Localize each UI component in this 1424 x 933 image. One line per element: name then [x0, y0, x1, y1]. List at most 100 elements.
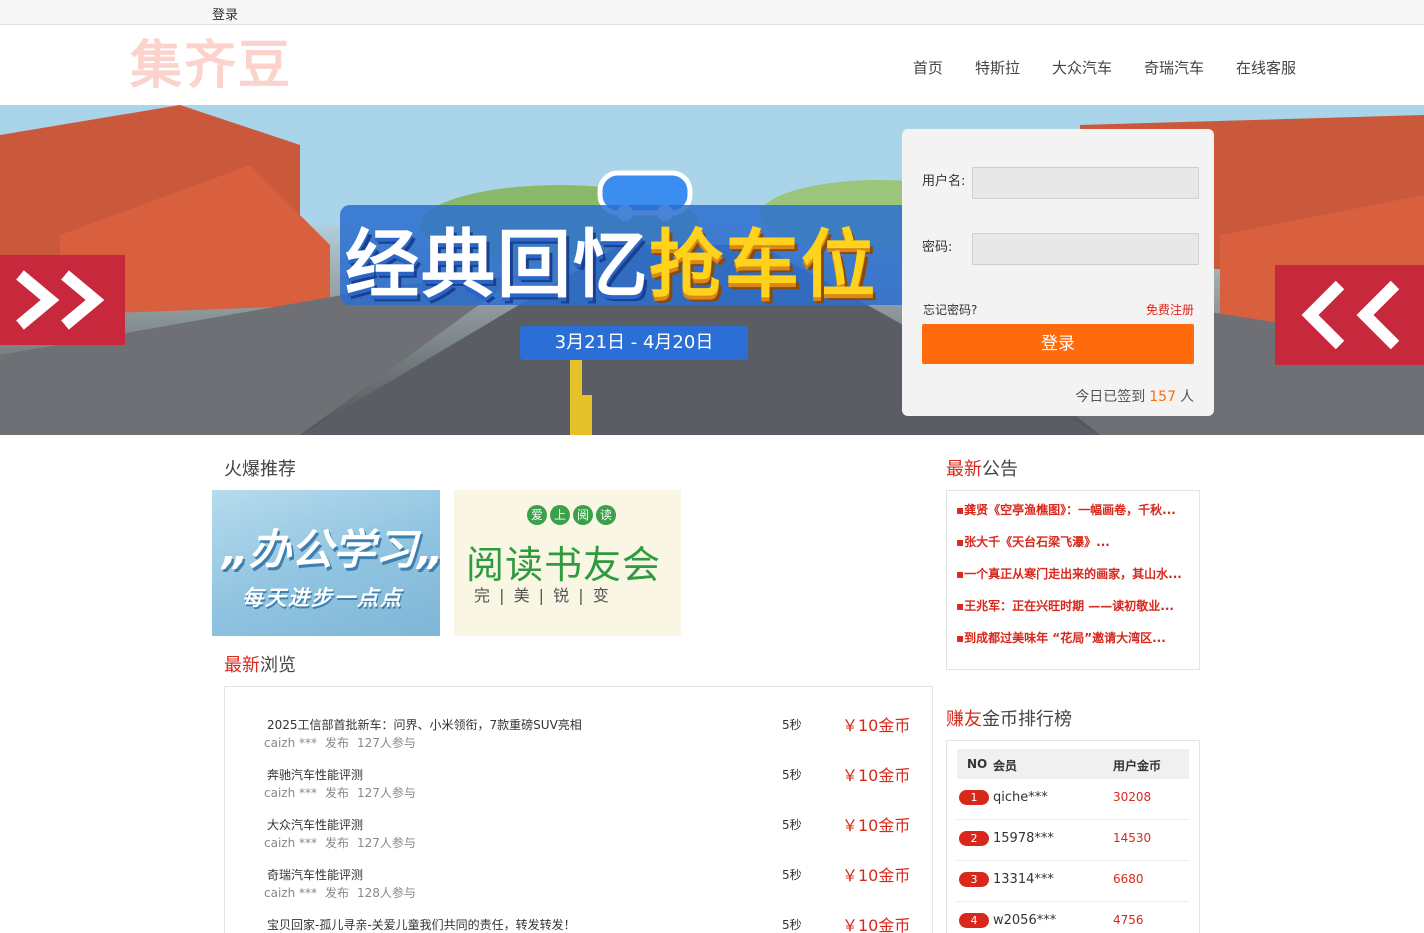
browse-title-red: 最新: [224, 655, 260, 676]
browse-item-user: caizh ***: [264, 886, 318, 900]
rank-coins: 6680: [1113, 872, 1144, 886]
browse-item-title[interactable]: 2025工信部首批新车：问界、小米领衔，7款重磅SUV亮相: [267, 716, 582, 733]
rank-col-member: 会员: [993, 759, 1018, 773]
browse-item-user: caizh ***: [264, 736, 318, 750]
username-label: 用户名:: [922, 174, 966, 189]
rank-badge: 3: [959, 872, 989, 887]
browse-item-participants: 127人参与: [357, 786, 416, 800]
logo-text: 集齐豆: [130, 36, 293, 96]
promo2-tag: 读: [596, 505, 616, 525]
browse-item-duration: 5秒: [782, 868, 802, 882]
browse-item-title[interactable]: 奇瑞汽车性能评测: [267, 866, 363, 883]
browse-item-action: 发布: [325, 886, 350, 900]
rank-coins: 30208: [1113, 790, 1152, 804]
browse-item-price: ￥10金币: [842, 866, 911, 885]
rank-badge: 2: [959, 831, 989, 846]
forgot-password-link[interactable]: 忘记密码?: [923, 301, 977, 318]
username-input[interactable]: [972, 167, 1199, 199]
promo2-tag: 上: [550, 505, 570, 525]
browse-item[interactable]: 奔驰汽车性能评测 caizh *** 发布 127人参与 5秒 ￥10金币: [264, 766, 917, 806]
notice-item[interactable]: ▪到成都过美味年 “花局”邀请大湾区...: [956, 629, 1194, 646]
browse-item-price: ￥10金币: [842, 816, 911, 835]
notice-title-rest: 公告: [982, 459, 1018, 480]
browse-section-title: 最新浏览: [224, 651, 296, 677]
browse-item-meta: caizh *** 发布 127人参与: [264, 784, 416, 801]
promo2-line2: 完 | 美 | 锐 | 变: [474, 586, 611, 605]
signin-number: 157: [1149, 389, 1176, 405]
signin-suffix: 人: [1180, 389, 1194, 405]
browse-item-price: ￥10金币: [842, 766, 911, 785]
login-button[interactable]: 登录: [922, 324, 1194, 364]
notice-item[interactable]: ▪张大千《天台石梁飞瀑》...: [956, 533, 1194, 550]
banner-title-part1: 经典回忆: [345, 222, 649, 308]
browse-item-action: 发布: [325, 736, 350, 750]
promo1-line2: 每天进步一点点: [242, 586, 403, 610]
nav-item-chery[interactable]: 奇瑞汽车: [1144, 57, 1204, 78]
browse-item-meta: caizh *** 发布 127人参与: [264, 834, 416, 851]
promo2-tags: 爱 上 阅 读: [527, 505, 619, 525]
browse-item[interactable]: 宝贝回家-孤儿寻亲-关爱儿童我们共同的责任，转发转发！ 5秒 ￥10金币: [267, 916, 917, 933]
rank-coins: 14530: [1113, 831, 1152, 845]
rank-row: 2 15978*** 14530: [957, 820, 1189, 861]
rank-user: qiche***: [993, 790, 1048, 805]
browse-item-user: caizh ***: [264, 836, 318, 850]
login-panel: 用户名: 密码: 忘记密码? 免费注册 登录 今日已签到 157 人: [902, 129, 1214, 416]
rank-user: w2056***: [993, 913, 1057, 928]
nav-item-tesla[interactable]: 特斯拉: [975, 57, 1020, 78]
banner-title-part2: 抢车位: [649, 222, 877, 308]
site-header: 集齐豆 首页 特斯拉 大众汽车 奇瑞汽车 在线客服: [0, 25, 1424, 105]
browse-item[interactable]: 大众汽车性能评测 caizh *** 发布 127人参与 5秒 ￥10金币: [264, 816, 917, 856]
browse-item-meta: caizh *** 发布 127人参与: [264, 734, 416, 751]
rank-col-coins: 用户金币: [1113, 759, 1162, 773]
nav-item-home[interactable]: 首页: [913, 57, 943, 78]
rank-section-title: 赚友金币排行榜: [946, 705, 1072, 731]
rank-title-red: 赚友: [946, 709, 982, 730]
promo2-tag: 爱: [527, 505, 547, 525]
notice-item[interactable]: ▪龚贤《空亭渔樵图》：一幅画卷，千秋...: [956, 501, 1194, 518]
browse-item-participants: 128人参与: [357, 886, 416, 900]
rank-row: 3 13314*** 6680: [957, 861, 1189, 902]
promo-office-study[interactable]: „办公学习„ 每天进步一点点: [212, 490, 440, 636]
rank-coins: 4756: [1113, 913, 1144, 927]
banner-date: 3月21日 - 4月20日: [520, 326, 748, 360]
register-link[interactable]: 免费注册: [1146, 301, 1194, 318]
browse-item-title[interactable]: 宝贝回家-孤儿寻亲-关爱儿童我们共同的责任，转发转发！: [267, 916, 576, 933]
promo1-line1: „办公学习„: [222, 525, 440, 574]
browse-item[interactable]: 奇瑞汽车性能评测 caizh *** 发布 128人参与 5秒 ￥10金币: [264, 866, 917, 906]
browse-item-title[interactable]: 大众汽车性能评测: [267, 816, 363, 833]
browse-item-action: 发布: [325, 786, 350, 800]
browse-item-price: ￥10金币: [842, 716, 911, 735]
browse-list: 2025工信部首批新车：问界、小米领衔，7款重磅SUV亮相 caizh *** 发…: [224, 686, 933, 933]
rank-col-no: NO: [967, 757, 988, 771]
browse-item-participants: 127人参与: [357, 736, 416, 750]
browse-item-user: caizh ***: [264, 786, 318, 800]
signin-count: 今日已签到 157 人: [1075, 386, 1194, 406]
rank-badge: 1: [959, 790, 989, 805]
notice-title-red: 最新: [946, 459, 982, 480]
top-login-link[interactable]: 登录: [212, 4, 238, 23]
nav-item-volkswagen[interactable]: 大众汽车: [1052, 57, 1112, 78]
top-bar: 登录: [0, 0, 1424, 25]
browse-item-duration: 5秒: [782, 718, 802, 732]
rank-table: NO 会员 用户金币 1 qiche*** 30208 2 15978*** 1…: [946, 740, 1200, 933]
browse-item-meta: caizh *** 发布 128人参与: [264, 884, 416, 901]
browse-item-title[interactable]: 奔驰汽车性能评测: [267, 766, 363, 783]
notice-item[interactable]: ▪一个真正从寒门走出来的画家，其山水...: [956, 565, 1194, 582]
rank-badge: 4: [959, 913, 989, 928]
notice-item[interactable]: ▪王兆军：正在兴旺时期 ——读初敬业...: [956, 597, 1194, 614]
site-logo[interactable]: 集齐豆: [130, 35, 310, 97]
hot-section-title: 火爆推荐: [224, 459, 296, 480]
promo2-line1: 阅读书友会: [466, 543, 662, 587]
browse-item-price: ￥10金币: [842, 916, 911, 933]
rank-row: 4 w2056*** 4756: [957, 902, 1189, 933]
browse-item-duration: 5秒: [782, 768, 802, 782]
promo-reading-club[interactable]: 爱 上 阅 读 阅读书友会 完 | 美 | 锐 | 变: [454, 490, 681, 636]
password-label: 密码:: [922, 240, 953, 255]
password-input[interactable]: [972, 233, 1199, 265]
browse-item-action: 发布: [325, 836, 350, 850]
notice-section-title: 最新公告: [946, 455, 1018, 481]
rank-user: 13314***: [993, 872, 1054, 887]
nav-item-support[interactable]: 在线客服: [1236, 57, 1296, 78]
browse-item[interactable]: 2025工信部首批新车：问界、小米领衔，7款重磅SUV亮相 caizh *** 发…: [264, 716, 917, 756]
main-nav: 首页 特斯拉 大众汽车 奇瑞汽车 在线客服: [881, 57, 1296, 78]
